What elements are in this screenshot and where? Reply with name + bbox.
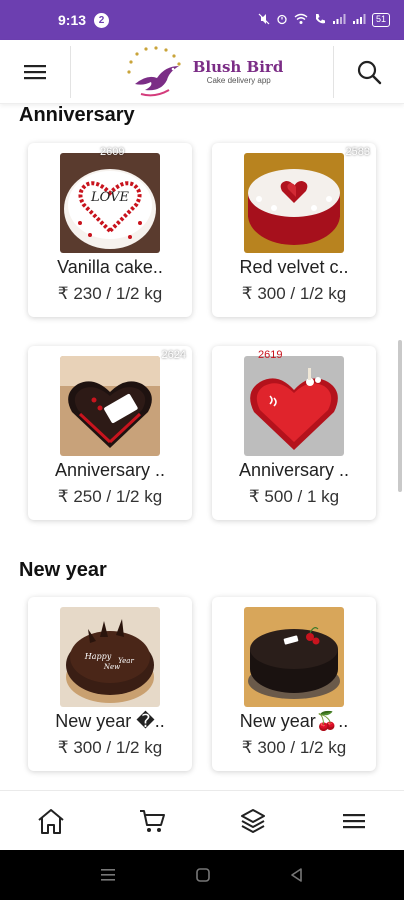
product-image <box>244 153 344 253</box>
recent-apps-icon[interactable] <box>99 867 117 883</box>
section-title-new-year: New year <box>19 559 107 581</box>
wifi-icon <box>294 13 308 28</box>
nav-cart[interactable] <box>122 791 182 851</box>
layers-icon <box>240 808 265 833</box>
brand-name: Blush Bird <box>192 58 284 76</box>
product-price: ₹ 300 / 1/2 kg <box>241 284 347 303</box>
back-icon[interactable] <box>289 867 305 883</box>
search-icon <box>357 60 382 84</box>
product-price: ₹ 230 / 1/2 kg <box>57 284 163 303</box>
product-card[interactable]: 2583 Red velvet c.. ₹ 300 / 1/2 kg <box>212 143 376 317</box>
product-id: 2609 <box>100 146 125 158</box>
mute-icon <box>258 13 270 28</box>
product-image <box>244 607 344 707</box>
hamburger-menu-button[interactable] <box>0 40 70 104</box>
brand-logo[interactable]: Blush Bird Cake delivery app <box>71 40 333 104</box>
nav-menu[interactable] <box>324 791 384 851</box>
product-image: Happy New Year <box>60 607 160 707</box>
product-card[interactable]: New year🍒.. ₹ 300 / 1/2 kg <box>212 597 376 771</box>
product-id: 2619 <box>258 349 283 361</box>
product-name: Vanilla cake.. <box>57 257 163 277</box>
search-button[interactable] <box>334 40 404 104</box>
product-price: ₹ 300 / 1/2 kg <box>57 738 163 757</box>
product-image <box>244 356 344 456</box>
home-icon <box>37 808 64 834</box>
product-name: Anniversary .. <box>238 460 350 480</box>
system-navigation-bar <box>0 850 404 900</box>
nav-categories[interactable] <box>223 791 283 851</box>
cart-icon <box>139 809 165 832</box>
product-card[interactable]: LOVE 2609 Vanilla cake.. ₹ 230 / 1/2 kg <box>28 143 192 317</box>
menu-icon <box>342 813 365 828</box>
signal-icon <box>332 13 346 28</box>
svg-text:Happy: Happy <box>84 652 112 661</box>
product-price: ₹ 500 / 1 kg <box>248 487 340 506</box>
brand-text: Blush Bird Cake delivery app <box>193 58 284 85</box>
scrollbar[interactable] <box>398 340 402 492</box>
status-bar: 9:13 2 51 <box>0 0 404 40</box>
product-name: New year🍒.. <box>239 711 349 731</box>
product-name: New year �.. <box>55 711 165 731</box>
brand-tagline: Cake delivery app <box>206 76 271 85</box>
call-icon <box>314 13 326 28</box>
app-screen: 9:13 2 51 Blush Bird Cake delivery app A… <box>0 0 404 900</box>
status-time: 9:13 <box>58 12 87 28</box>
app-header: Blush Bird Cake delivery app <box>0 40 404 104</box>
bottom-navigation <box>0 790 404 850</box>
notification-badge: 2 <box>94 12 110 28</box>
status-icons: 51 <box>258 13 390 28</box>
product-list[interactable]: Anniversary LOVE 2609 Vanilla cake.. ₹ 2… <box>0 104 404 790</box>
battery-indicator: 51 <box>371 13 390 27</box>
svg-text:Year: Year <box>118 657 134 665</box>
hamburger-icon <box>24 64 46 79</box>
product-price: ₹ 300 / 1/2 kg <box>241 738 347 757</box>
bird-logo-icon <box>127 45 181 96</box>
product-price: ₹ 250 / 1/2 kg <box>57 487 163 506</box>
product-image: LOVE <box>60 153 160 253</box>
svg-text:LOVE: LOVE <box>90 190 129 205</box>
product-id: 2624 <box>161 349 186 361</box>
product-name: Red velvet c.. <box>239 257 349 277</box>
nav-home[interactable] <box>21 791 81 851</box>
product-card[interactable]: Happy New Year New year �.. ₹ 300 / 1/2 … <box>28 597 192 771</box>
product-name: Anniversary .. <box>54 460 166 480</box>
product-image <box>60 356 160 456</box>
product-card[interactable]: 2624 Anniversary .. ₹ 250 / 1/2 kg <box>28 346 192 520</box>
alarm-icon <box>276 13 288 28</box>
signal-icon-2 <box>352 13 366 28</box>
home-button-icon[interactable] <box>195 867 211 883</box>
section-title-anniversary: Anniversary <box>19 104 135 126</box>
product-card[interactable]: 2619 Anniversary .. ₹ 500 / 1 kg <box>212 346 376 520</box>
product-id: 2583 <box>345 146 370 158</box>
